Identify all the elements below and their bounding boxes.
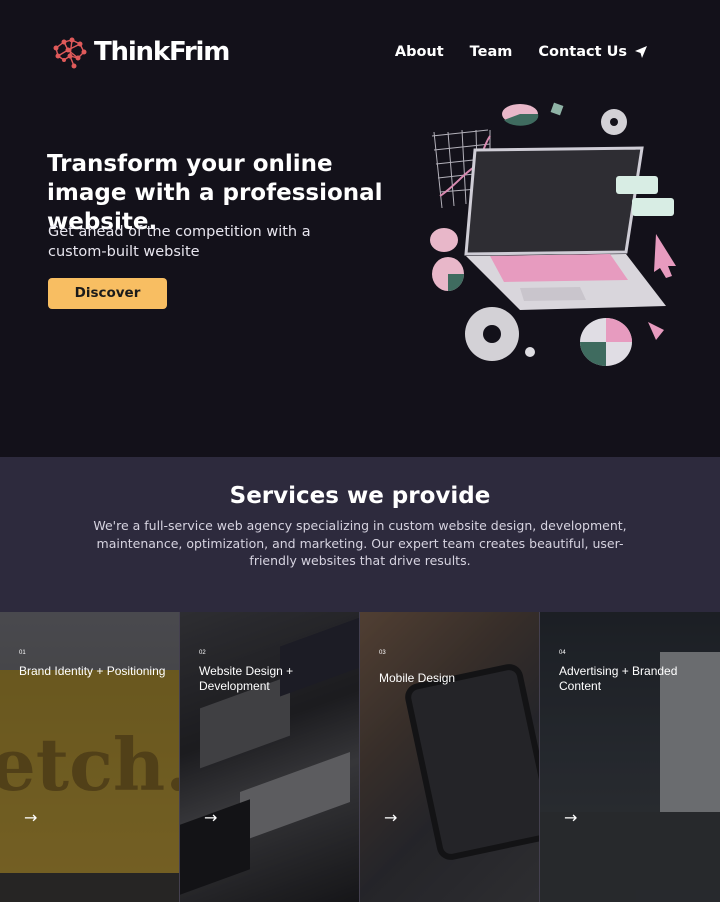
- gear-icon: [601, 109, 627, 135]
- donut-chart-icon: [430, 228, 464, 291]
- cube-icon: [550, 102, 564, 116]
- service-card-brand-identity[interactable]: etch. 01 Brand Identity + Positioning →: [0, 612, 180, 902]
- services-section: Services we provide We're a full-service…: [0, 457, 720, 612]
- arrow-right-icon[interactable]: →: [564, 808, 577, 827]
- card-title: Advertising + Branded Content: [559, 664, 678, 693]
- nav-contact-label: Contact Us: [538, 44, 627, 60]
- brand-name: ThinkFrim: [94, 37, 230, 67]
- discover-button[interactable]: Discover: [48, 278, 167, 309]
- nav-contact[interactable]: Contact Us: [538, 44, 648, 60]
- laptop-icon: [464, 146, 666, 310]
- send-icon: [635, 46, 647, 58]
- large-gear-icon: [465, 307, 519, 361]
- arrow-right-icon[interactable]: →: [204, 808, 217, 827]
- card-title: Brand Identity + Positioning: [19, 664, 166, 678]
- laptop-illustration: [430, 102, 676, 366]
- pie-chart-icon: [502, 104, 539, 126]
- card-number: 04: [559, 650, 566, 656]
- nav-about-label: About: [394, 44, 444, 60]
- card-title: Mobile Design: [379, 671, 456, 685]
- card-number: 03: [379, 650, 386, 656]
- main-nav: About Team Contact Us: [369, 44, 648, 60]
- hero-section: ThinkFrim About Team Contact Us Transfor…: [0, 0, 720, 457]
- card-number: 01: [19, 650, 26, 656]
- nav-team-label: Team: [469, 44, 513, 60]
- nav-team[interactable]: Team: [470, 44, 513, 60]
- brain-network-icon: [53, 37, 87, 69]
- hero-subline: Get ahead of the competition with a cust…: [48, 224, 311, 260]
- nav-about[interactable]: About: [395, 44, 444, 60]
- card-number: 02: [199, 650, 206, 656]
- services-cards: etch. 01 Brand Identity + Positioning → …: [0, 612, 720, 902]
- service-card-mobile-design[interactable]: 03 Mobile Design →: [360, 612, 540, 902]
- arrow-right-icon[interactable]: →: [24, 808, 37, 827]
- brand-logo[interactable]: ThinkFrim: [50, 33, 230, 71]
- services-title: Services we provide: [229, 483, 491, 509]
- arrow-right-icon[interactable]: →: [384, 808, 397, 827]
- 3d-pie-icon: [580, 318, 632, 366]
- service-card-website-design[interactable]: 02 Website Design + Development →: [180, 612, 360, 902]
- cursor-icon: [654, 234, 676, 278]
- services-description: We're a full-service web agency speciali…: [93, 518, 627, 568]
- service-card-advertising[interactable]: 04 Advertising + Branded Content →: [540, 612, 720, 902]
- card-title: Website Design + Development: [199, 664, 294, 693]
